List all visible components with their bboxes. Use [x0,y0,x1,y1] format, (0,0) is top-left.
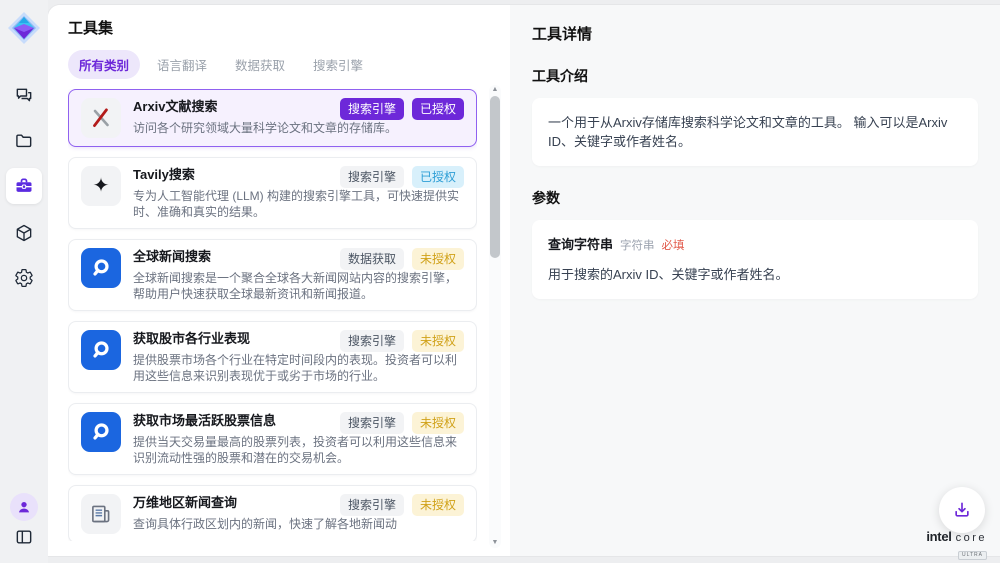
tool-title: 获取市场最活跃股票信息 [133,412,332,430]
param-type: 字符串 [620,237,655,256]
scrollbar-up-arrow[interactable]: ▲ [489,85,501,95]
tool-description: 全球新闻搜索是一个聚合全球各大新闻网站内容的搜索引擎，帮助用户快速获取全球最新资… [133,270,464,302]
param-header: 查询字符串 字符串 必填 [548,235,962,256]
details-title: 工具详情 [532,23,978,44]
intro-heading: 工具介绍 [532,66,978,86]
tool-title: 全球新闻搜索 [133,248,332,266]
download-icon [952,500,972,520]
scrollbar-down-arrow[interactable]: ▼ [489,538,501,548]
sidebar-collapse-button[interactable] [6,519,42,555]
sidebar-item-packages[interactable] [6,215,42,251]
auth-status-badge: 未授权 [412,494,464,516]
newspaper-icon [81,494,121,534]
sidebar-item-toolbox-active[interactable] [6,168,42,204]
settings-gear-icon [14,268,34,288]
tool-card[interactable]: ✦ Tavily搜索 搜索引擎 已授权 专为人工智能代理 (LLM) 构建的搜索… [68,157,477,229]
scrollbar-thumb[interactable] [490,96,500,258]
tool-card[interactable]: 万维地区新闻查询 搜索引擎 未授权 查询具体行政区划内的新闻，快速了解各地新闻动 [68,485,477,541]
sidebar-item-chat[interactable] [6,78,42,114]
main-content: 工具集 所有类别语言翻译数据获取搜索引擎 Arxiv文献搜索 搜索引擎 已授权 … [48,5,1000,556]
category-badge: 数据获取 [340,248,404,270]
left-sidebar [0,0,48,563]
four-point-star-icon: ✦ [81,166,121,206]
param-card: 查询字符串 字符串 必填 用于搜索的Arxiv ID、关键字或作者姓名。 [532,220,978,299]
tool-description: 专为人工智能代理 (LLM) 构建的搜索引擎工具，可快速提供实时、准确和真实的结… [133,188,464,220]
tool-card-list: Arxiv文献搜索 搜索引擎 已授权 访问各个研究领域大量科学论文和文章的存储库… [68,89,477,541]
tab-搜索引擎[interactable]: 搜索引擎 [302,50,374,79]
param-required-label: 必填 [662,237,685,256]
category-badge: 搜索引擎 [340,494,404,516]
params-heading: 参数 [532,188,978,208]
tool-details-pane: 工具详情 工具介绍 一个用于从Arxiv存储库搜索科学论文和文章的工具。 输入可… [510,5,1000,556]
tool-card[interactable]: 全球新闻搜索 数据获取 未授权 全球新闻搜索是一个聚合全球各大新闻网站内容的搜索… [68,239,477,311]
param-name: 查询字符串 [548,235,613,254]
sidebar-item-settings[interactable] [6,260,42,296]
arxiv-x-icon [81,98,121,138]
tool-card[interactable]: 获取市场最活跃股票信息 搜索引擎 未授权 提供当天交易量最高的股票列表，投资者可… [68,403,477,475]
tab-所有类别[interactable]: 所有类别 [68,50,140,79]
auth-status-badge: 已授权 [412,98,464,120]
tool-description: 查询具体行政区划内的新闻，快速了解各地新闻动 [133,516,464,532]
tool-title: 万维地区新闻查询 [133,494,332,512]
tool-card[interactable]: Arxiv文献搜索 搜索引擎 已授权 访问各个研究领域大量科学论文和文章的存储库… [68,89,477,147]
core-wordmark: core [956,533,987,544]
tab-语言翻译[interactable]: 语言翻译 [146,50,218,79]
tool-title: 获取股市各行业表现 [133,330,332,348]
user-avatar[interactable] [10,493,38,521]
tool-description: 提供当天交易量最高的股票列表，投资者可以利用这些信息来识别流动性强的股票和潜在的… [133,434,464,466]
blue-q-search-icon [81,248,121,288]
tool-title: Arxiv文献搜索 [133,98,332,116]
tool-description: 访问各个研究领域大量科学论文和文章的存储库。 [133,120,464,136]
split-panel-icon [14,527,34,547]
tab-数据获取[interactable]: 数据获取 [224,50,296,79]
list-scrollbar[interactable]: ▲ ▼ [489,85,501,548]
cube-icon [14,223,34,243]
auth-status-badge: 未授权 [412,412,464,434]
tool-card[interactable]: 获取股市各行业表现 搜索引擎 未授权 提供股票市场各个行业在特定时间段内的表现。… [68,321,477,393]
category-badge: 搜索引擎 [340,166,404,188]
auth-status-badge: 未授权 [412,248,464,270]
param-description: 用于搜索的Arxiv ID、关键字或作者姓名。 [548,265,962,284]
blue-q-search-icon [81,330,121,370]
intel-core-logo: intel core ultra [926,530,987,560]
chat-icon [14,86,34,106]
sidebar-item-files[interactable] [6,123,42,159]
app-logo [7,11,41,45]
intel-wordmark: intel [926,530,951,543]
page-title: 工具集 [68,19,510,39]
toolbox-icon [14,176,34,196]
blue-q-search-icon [81,412,121,452]
intro-card: 一个用于从Arxiv存储库搜索科学论文和文章的工具。 输入可以是Arxiv ID… [532,98,978,166]
intro-text: 一个用于从Arxiv存储库搜索科学论文和文章的工具。 输入可以是Arxiv ID… [548,115,947,149]
category-badge: 搜索引擎 [340,330,404,352]
tool-list-pane: 工具集 所有类别语言翻译数据获取搜索引擎 Arxiv文献搜索 搜索引擎 已授权 … [48,5,510,556]
category-badge: 搜索引擎 [340,412,404,434]
download-button[interactable] [939,487,985,533]
tool-description: 提供股票市场各个行业在特定时间段内的表现。投资者可以利用这些信息来识别表现优于或… [133,352,464,384]
ultra-badge: ultra [958,551,987,560]
auth-status-badge: 未授权 [412,330,464,352]
category-badge: 搜索引擎 [340,98,404,120]
auth-status-badge: 已授权 [412,166,464,188]
category-tabs: 所有类别语言翻译数据获取搜索引擎 [68,51,510,77]
user-avatar-icon [16,499,32,515]
folder-icon [14,131,34,151]
tool-title: Tavily搜索 [133,166,332,184]
